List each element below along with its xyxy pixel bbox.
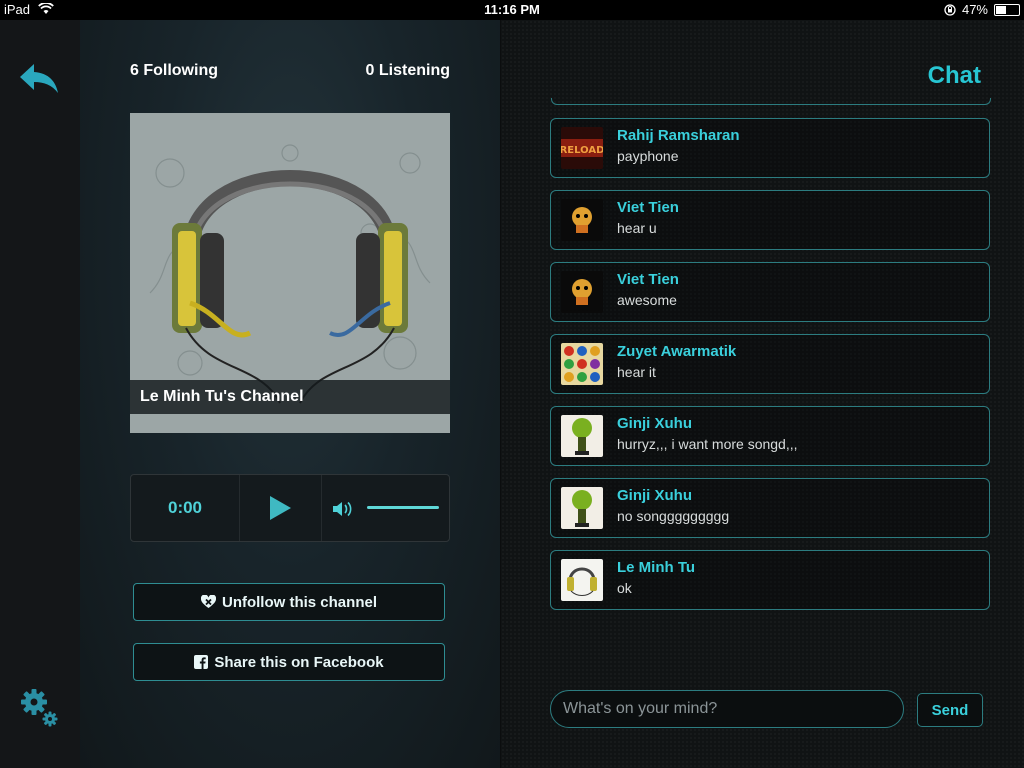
left-rail [0,20,81,768]
audio-player: 0:00 [130,474,450,542]
battery-icon [994,3,1020,16]
status-bar: iPad 11:16 PM 47% [0,0,1024,20]
chat-message[interactable]: Ginji Xuhu no songgggggggg [550,478,990,538]
unfollow-channel-button[interactable]: Unfollow this channel [133,583,445,621]
svg-text:RELOAD: RELOAD [561,145,603,156]
avatar [561,415,603,457]
listening-count[interactable]: 0 Listening [366,62,450,80]
message-author: Le Minh Tu [617,559,696,576]
avatar [561,343,603,385]
chat-panel: Chat RELOAD Rahij Ramsharan payphone Vie… [501,20,1024,768]
volume-slider[interactable] [367,506,439,509]
unfollow-label: Unfollow this channel [221,593,377,611]
play-icon [270,496,291,520]
avatar [561,487,603,529]
gear-icon[interactable] [18,686,62,730]
share-facebook-button[interactable]: Share this on Facebook [133,643,445,681]
avatar [561,559,603,601]
message-text: no songgggggggg [617,508,730,524]
back-arrow-icon[interactable] [18,60,62,96]
message-text: hear u [617,220,657,236]
facebook-icon [194,655,209,669]
channel-artwork: Le Minh Tu's Channel [130,113,450,433]
battery-percent: 47% [961,2,988,17]
chat-message[interactable]: Ginji Xuhu hurryz,,, i want more songd,,… [550,406,990,466]
avatar: RELOAD [561,127,603,169]
message-text: hurryz,,, i want more songd,,, [617,436,798,452]
channel-name: Le Minh Tu's Channel [140,388,304,405]
message-author: Zuyet Awarmatik [617,343,737,360]
chat-title: Chat [927,62,981,89]
message-author: Ginji Xuhu [617,487,692,504]
chat-message[interactable]: Viet Tien hear u [550,190,990,250]
playback-time: 0:00 [131,475,240,541]
message-text: hear it [617,364,656,380]
chat-message[interactable]: Viet Tien awesome [550,262,990,322]
message-text: awesome [617,292,677,308]
message-text: payphone [617,148,679,164]
play-button[interactable] [239,475,322,541]
following-count[interactable]: 6 Following [130,62,218,80]
message-author: Viet Tien [617,271,679,288]
unfollow-heart-icon [200,595,216,608]
channel-panel: 6 Following 0 Listening Le Minh Tu's Cha… [80,20,500,768]
share-label: Share this on Facebook [214,653,384,671]
avatar [561,271,603,313]
orientation-lock-icon [944,3,956,16]
message-author: Ginji Xuhu [617,415,692,432]
scrolled-message-edge [551,98,991,105]
message-text: ok [617,580,632,596]
message-author: Viet Tien [617,199,679,216]
chat-message[interactable]: RELOAD Rahij Ramsharan payphone [550,118,990,178]
status-time: 11:16 PM [484,2,540,17]
avatar [561,199,603,241]
message-author: Rahij Ramsharan [617,127,740,144]
channel-name-caption: Le Minh Tu's Channel [130,380,450,414]
chat-input[interactable] [550,690,904,728]
volume-icon[interactable] [331,499,353,519]
chat-message[interactable]: Le Minh Tu ok [550,550,990,610]
send-button[interactable]: Send [917,693,983,727]
chat-message[interactable]: Zuyet Awarmatik hear it [550,334,990,394]
